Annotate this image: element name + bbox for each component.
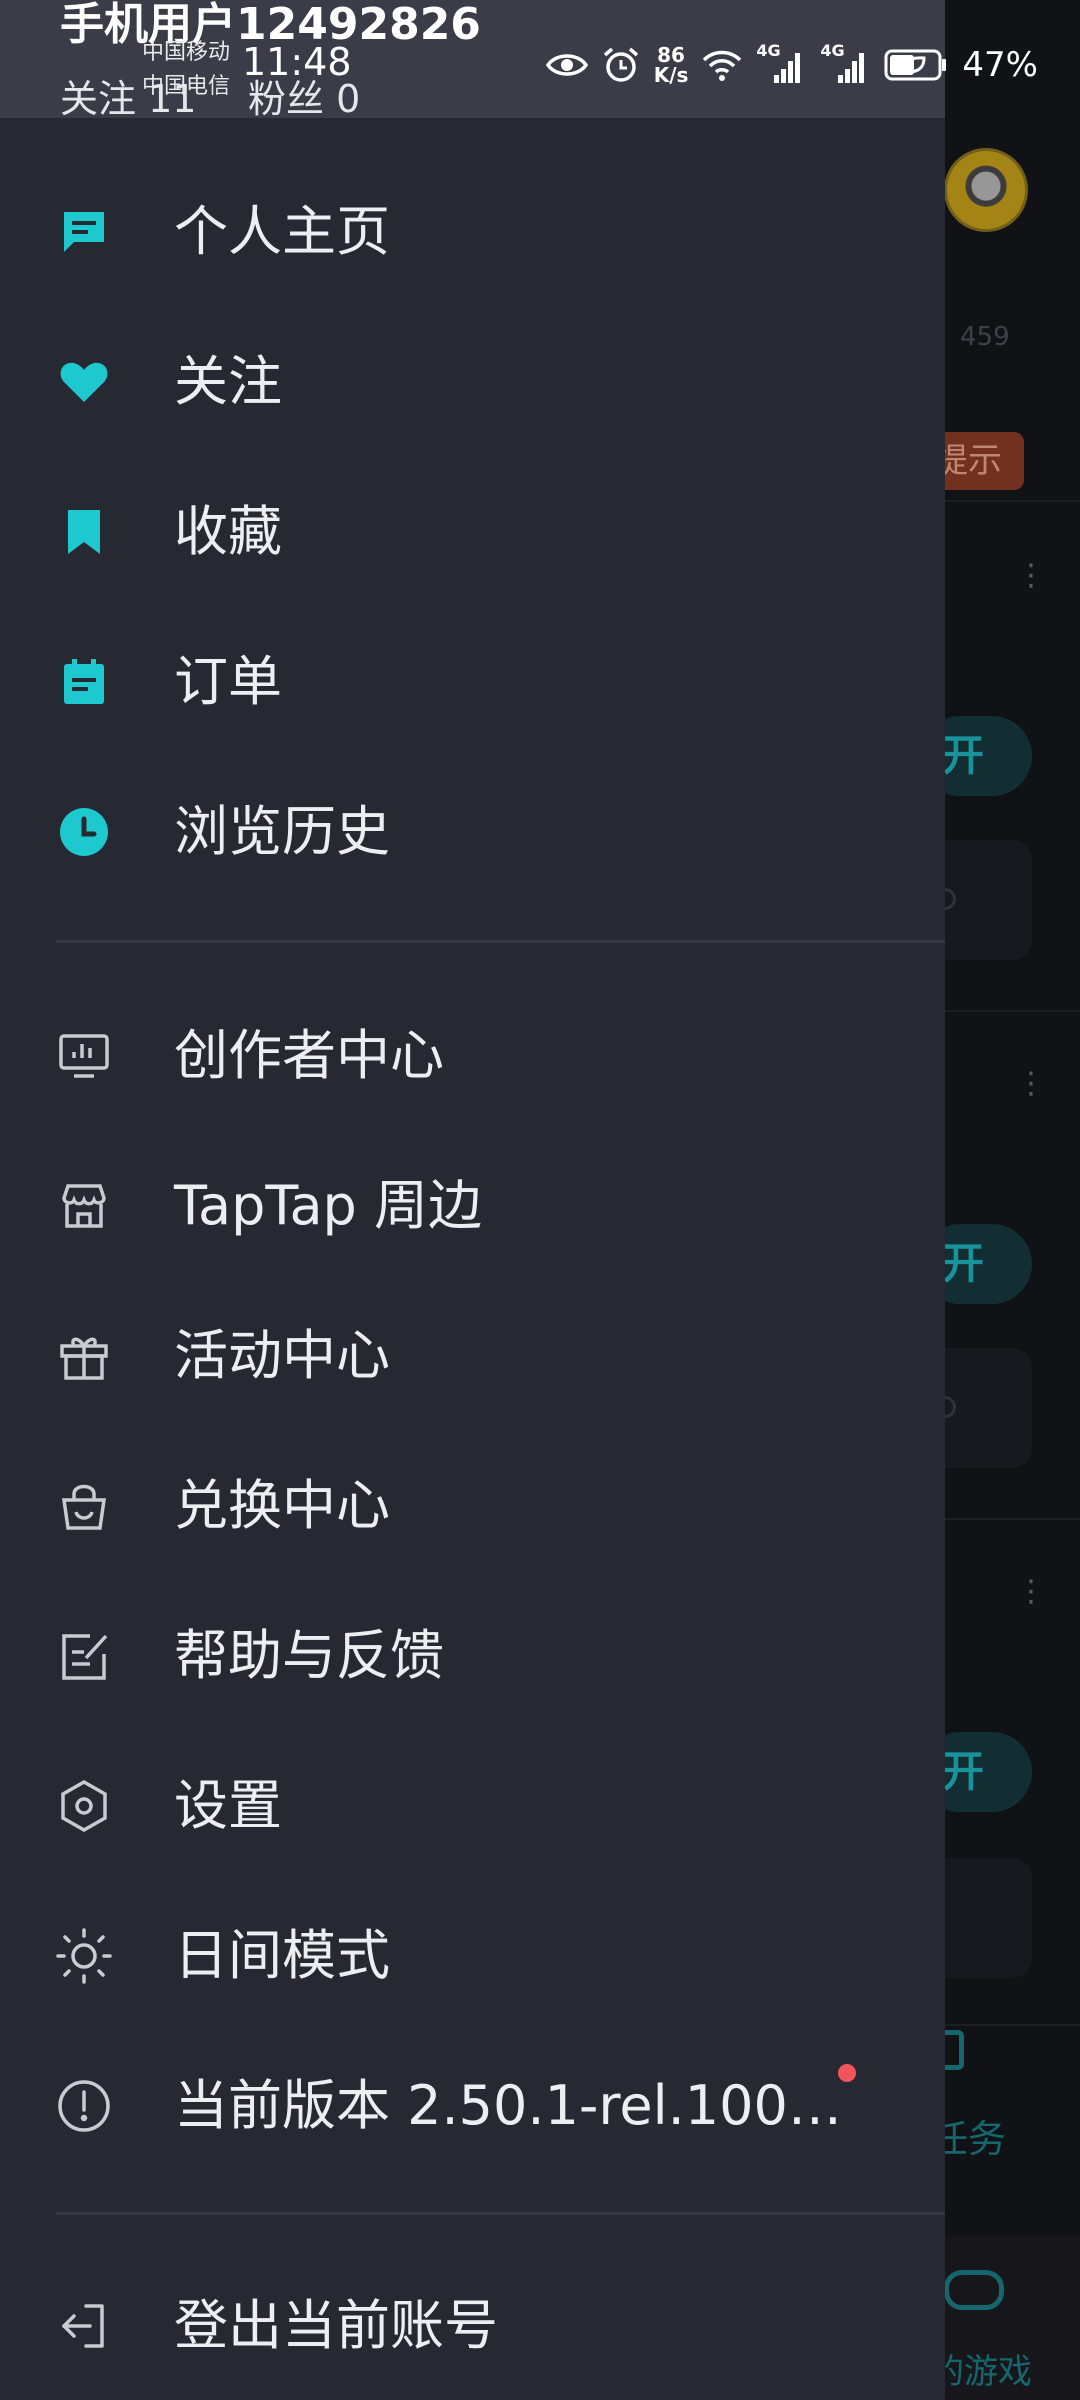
menu-label: 兑换中心: [174, 1474, 390, 1537]
store-icon: [62, 1184, 106, 1228]
menu-label: 登出当前账号: [174, 2294, 498, 2357]
battery-saver-icon: [884, 49, 947, 81]
menu-divider: [56, 2212, 945, 2215]
clock-icon: [60, 808, 108, 856]
menu-item-profile[interactable]: 个人主页: [0, 172, 945, 292]
settings-hexagon-icon: [61, 1779, 107, 1833]
menu-item-history[interactable]: 浏览历史: [0, 772, 945, 892]
signal-sim1-icon: 4G: [756, 41, 806, 85]
menu-label: 设置: [174, 1774, 282, 1837]
menu-item-orders[interactable]: 订单: [0, 622, 945, 742]
menu-label: 帮助与反馈: [174, 1624, 444, 1687]
logout-icon: [62, 2304, 104, 2348]
info-circle-icon: [58, 2080, 110, 2132]
drawer-scrim[interactable]: [945, 0, 1080, 2400]
battery-percent: 47%: [962, 45, 1038, 85]
bookmark-icon: [68, 510, 100, 554]
alarm-icon: [603, 47, 638, 82]
menu-label: 活动中心: [174, 1324, 390, 1387]
network-speed-unit: K/s: [653, 63, 689, 87]
shopping-bag-icon: [61, 1484, 107, 1530]
menu-label: 日间模式: [174, 1924, 390, 1987]
menu-label: 当前版本 2.50.1-rel.100…: [174, 2074, 842, 2137]
carrier-1: 中国移动: [142, 40, 231, 65]
carrier-2: 中国电信: [142, 74, 231, 99]
menu-label: 浏览历史: [174, 800, 390, 863]
status-time: 11:48: [242, 40, 352, 84]
menu-label: 个人主页: [174, 200, 390, 263]
sun-icon: [56, 1928, 112, 1984]
menu-label: 创作者中心: [174, 1024, 444, 1087]
menu-item-help-feedback[interactable]: 帮助与反馈: [0, 1596, 945, 1716]
menu-divider: [56, 940, 945, 943]
gift-icon: [60, 1337, 108, 1380]
menu-item-redeem-center[interactable]: 兑换中心: [0, 1446, 945, 1566]
network-speed: 86 K/s: [654, 45, 689, 85]
menu-item-current-version[interactable]: 当前版本 2.50.1-rel.100…: [0, 2046, 945, 2166]
menu-item-day-mode[interactable]: 日间模式: [0, 1896, 945, 2016]
eye-icon: [545, 54, 588, 76]
navigation-drawer: 手机用户12492826 关注 11 粉丝 0 个人主页 关注 收藏 订单 浏览…: [0, 0, 945, 2400]
menu-label: 订单: [174, 650, 282, 713]
order-clipboard-icon: [64, 659, 104, 704]
menu-item-logout[interactable]: 登出当前账号: [0, 2266, 945, 2386]
menu-item-activity-center[interactable]: 活动中心: [0, 1296, 945, 1416]
wifi-icon: [703, 50, 742, 81]
heart-icon: [60, 362, 108, 402]
menu-item-follow[interactable]: 关注: [0, 322, 945, 442]
menu-label: 收藏: [174, 500, 282, 563]
menu-label: 关注: [174, 350, 282, 413]
menu-item-taptap-merch[interactable]: TapTap 周边: [0, 1146, 945, 1266]
update-badge: [838, 2064, 856, 2082]
menu-label: TapTap 周边: [174, 1174, 482, 1237]
profile-chat-icon: [64, 212, 104, 252]
feedback-edit-icon: [62, 1634, 108, 1680]
creator-monitor-icon: [59, 1034, 109, 1078]
signal-sim2-icon: 4G: [820, 41, 870, 85]
menu-item-creator-center[interactable]: 创作者中心: [0, 996, 945, 1116]
menu-item-favorites[interactable]: 收藏: [0, 472, 945, 592]
menu-item-settings[interactable]: 设置: [0, 1746, 945, 1866]
network-speed-value: 86: [657, 43, 685, 67]
status-icons: 86 K/s 4G 4G 47%: [545, 40, 1038, 90]
status-bar: 中国移动 中国电信 11:48 86 K/s 4G 4G 47%: [0, 0, 1080, 118]
